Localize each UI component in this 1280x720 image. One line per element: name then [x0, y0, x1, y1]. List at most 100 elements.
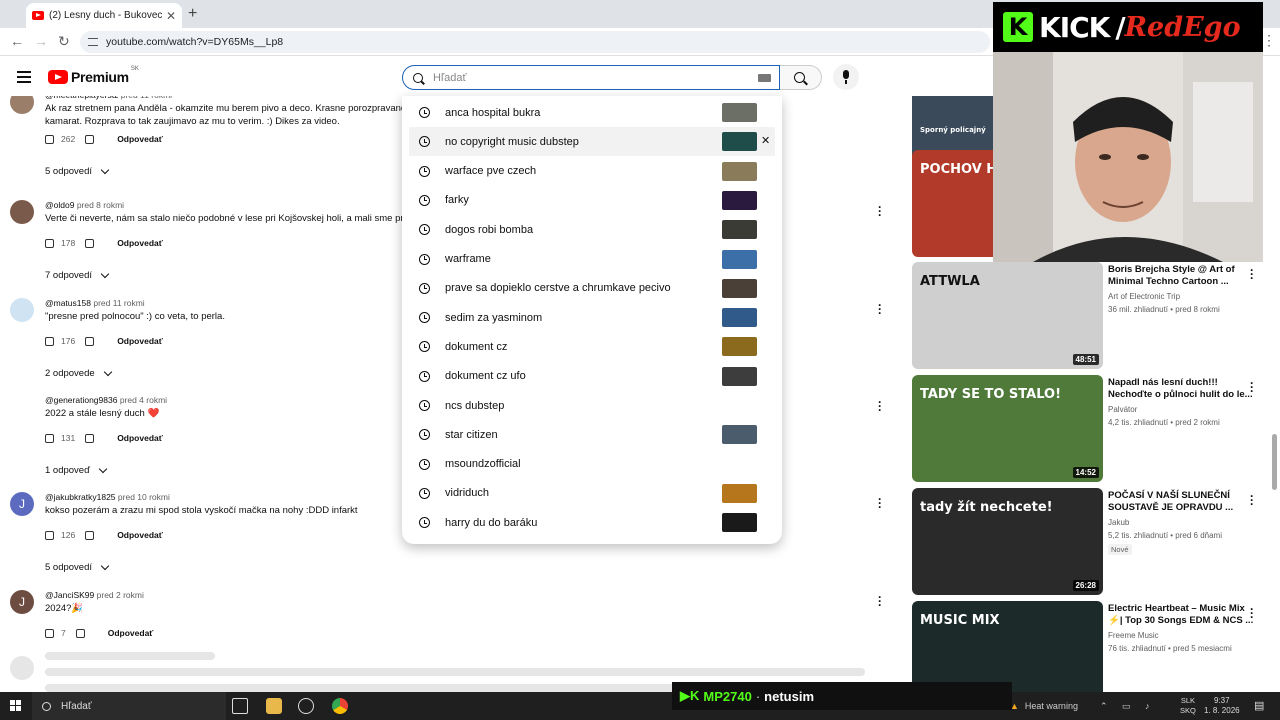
reply-button[interactable]: Odpovedať	[117, 336, 163, 346]
browser-menu-icon[interactable]: ⋮	[1262, 32, 1276, 49]
taskbar-search[interactable]: Hľadať	[32, 692, 226, 720]
comment-author[interactable]: @JanciSK99	[45, 590, 94, 600]
video-title[interactable]: Electric Heartbeat – Music Mix ⚡| Top 30…	[1108, 603, 1258, 627]
video-channel[interactable]: Art of Electronic Trip	[1108, 292, 1258, 301]
browser-tab[interactable]: (2) Lesny duch - Bukovec - Koši ✕	[26, 3, 182, 28]
dislike-icon[interactable]	[85, 530, 95, 540]
like-icon[interactable]	[45, 336, 54, 346]
video-menu-icon[interactable]: ···	[1250, 490, 1254, 510]
avatar[interactable]: J	[10, 492, 34, 516]
tray-icons[interactable]: ⌃ ▭ ♪	[1100, 701, 1156, 712]
video-thumbnail[interactable]: ATTWLA 48:51	[912, 262, 1103, 369]
address-bar[interactable]: youtube.com/watch?v=DY65Ms__Lp8	[80, 31, 990, 53]
comment-menu-icon[interactable]: · · ·	[878, 493, 882, 513]
site-info-icon[interactable]	[88, 38, 98, 46]
suggestion-item[interactable]: anca hospital bukra	[409, 98, 775, 127]
comment-author[interactable]: @oldo9	[45, 200, 74, 210]
search-box[interactable]	[402, 65, 780, 90]
forward-icon[interactable]: →	[34, 33, 48, 49]
like-icon[interactable]	[45, 628, 54, 638]
scrollbar-thumb[interactable]	[1272, 434, 1277, 490]
comment-author[interactable]: @generationg9836	[45, 395, 117, 405]
comment-age[interactable]: pred 10 rokmi	[118, 492, 170, 502]
app-icon[interactable]	[298, 698, 314, 714]
suggestion-item[interactable]: warface pve czech	[409, 157, 775, 186]
avatar[interactable]	[10, 395, 34, 419]
chrome-icon[interactable]	[332, 698, 348, 714]
search-input[interactable]	[433, 71, 758, 84]
video-info[interactable]: Electric Heartbeat – Music Mix ⚡| Top 30…	[1108, 603, 1258, 653]
like-icon[interactable]	[45, 134, 54, 144]
suggestion-item[interactable]: star citizen	[409, 420, 775, 449]
suggestion-item[interactable]: dogos robi bomba	[409, 215, 775, 244]
page-scrollbar[interactable]	[1270, 96, 1278, 696]
reply-button[interactable]: Odpovedať	[108, 628, 154, 638]
dislike-icon[interactable]	[85, 336, 95, 346]
back-icon[interactable]: ←	[10, 33, 24, 49]
reload-icon[interactable]: ↻	[58, 33, 70, 50]
video-thumbnail[interactable]: TADY SE TO STALO! 14:52	[912, 375, 1103, 482]
voice-search-icon[interactable]	[833, 64, 859, 90]
suggestion-item[interactable]: prave sa dopieklo cerstve a chrumkave pe…	[409, 274, 775, 303]
video-channel[interactable]: Jakub	[1108, 518, 1258, 527]
clock[interactable]: 9:37 1. 8. 2026	[1204, 696, 1240, 716]
like-icon[interactable]	[45, 530, 54, 540]
comment-age[interactable]: pred 8 rokmi	[77, 200, 124, 210]
task-view-icon[interactable]	[232, 698, 248, 714]
reply-button[interactable]: Odpovedať	[117, 530, 163, 540]
avatar[interactable]	[10, 298, 34, 322]
comment-menu-icon[interactable]: · · ·	[878, 591, 882, 611]
guide-menu-icon[interactable]	[17, 71, 31, 86]
keyboard-icon[interactable]	[758, 73, 771, 82]
suggestion-item[interactable]: msoundzofficial	[409, 450, 775, 479]
comment-age[interactable]: pred 2 rokmi	[97, 590, 144, 600]
file-explorer-icon[interactable]	[266, 698, 282, 714]
suggestion-item[interactable]: warframe	[409, 245, 775, 274]
suggestion-item[interactable]: vidriduch	[409, 479, 775, 508]
dislike-icon[interactable]	[85, 433, 95, 443]
suggestion-item[interactable]: ncs dubstep	[409, 391, 775, 420]
replies-toggle[interactable]: 5 odpovedí	[45, 561, 110, 573]
comment-author[interactable]: @jakubkratky1825	[45, 492, 116, 502]
video-info[interactable]: Napadl nás lesní duch!!! Nechoďte o půln…	[1108, 377, 1258, 427]
dislike-icon[interactable]	[75, 628, 85, 638]
reply-button[interactable]: Odpovedať	[117, 433, 163, 443]
video-info[interactable]: POČASÍ V NAŠÍ SLUNEČNÍ SOUSTAVĚ JE OPRAV…	[1108, 490, 1258, 555]
suggestion-item[interactable]: sedim za yasminom	[409, 303, 775, 332]
comment-author[interactable]: @matus158	[45, 298, 91, 308]
reply-button[interactable]: Odpovedať	[117, 238, 163, 248]
dislike-icon[interactable]	[85, 238, 95, 248]
video-menu-icon[interactable]: ···	[1250, 377, 1254, 397]
comment-author[interactable]: @meetthepiayerstz	[45, 96, 118, 100]
video-title[interactable]: Boris Brejcha Style @ Art of Minimal Tec…	[1108, 264, 1258, 288]
comment-age[interactable]: pred 11 rokmi	[121, 96, 172, 100]
video-title[interactable]: Napadl nás lesní duch!!! Nechoďte o půln…	[1108, 377, 1258, 401]
suggestion-item[interactable]: farky	[409, 186, 775, 215]
suggestion-item[interactable]: no copyright music dubstep ✕	[409, 127, 775, 157]
replies-toggle[interactable]: 2 odpovede	[45, 367, 112, 379]
language-indicator[interactable]: SLK SKQ	[1180, 696, 1196, 716]
replies-toggle[interactable]: 7 odpovedí	[45, 269, 110, 281]
video-channel[interactable]: Freeme Music	[1108, 631, 1258, 640]
video-channel[interactable]: Palvátor	[1108, 405, 1258, 414]
video-thumbnail[interactable]: tady žít nechcete! 26:28	[912, 488, 1103, 595]
video-info[interactable]: Boris Brejcha Style @ Art of Minimal Tec…	[1108, 264, 1258, 314]
comment-age[interactable]: pred 11 rokmi	[93, 298, 144, 308]
video-menu-icon[interactable]: ···	[1250, 603, 1254, 623]
remove-suggestion-icon[interactable]: ✕	[761, 134, 770, 147]
new-tab-icon[interactable]: +	[188, 5, 197, 23]
heat-warning[interactable]: Heat warning	[1025, 701, 1078, 711]
avatar[interactable]	[10, 96, 34, 114]
reply-button[interactable]: Odpovedať	[117, 134, 163, 144]
replies-toggle[interactable]: 1 odpoveď	[45, 464, 108, 476]
comment-menu-icon[interactable]: · · ·	[878, 396, 882, 416]
avatar[interactable]	[10, 200, 34, 224]
comment-menu-icon[interactable]: · · ·	[878, 201, 882, 221]
notifications-icon[interactable]: ▤	[1254, 699, 1264, 712]
like-icon[interactable]	[45, 433, 54, 443]
close-tab-icon[interactable]: ✕	[166, 9, 176, 23]
dislike-icon[interactable]	[85, 134, 95, 144]
comment-age[interactable]: pred 4 rokmi	[120, 395, 167, 405]
suggestion-item[interactable]: harry du do baráku	[409, 508, 775, 537]
like-icon[interactable]	[45, 238, 54, 248]
